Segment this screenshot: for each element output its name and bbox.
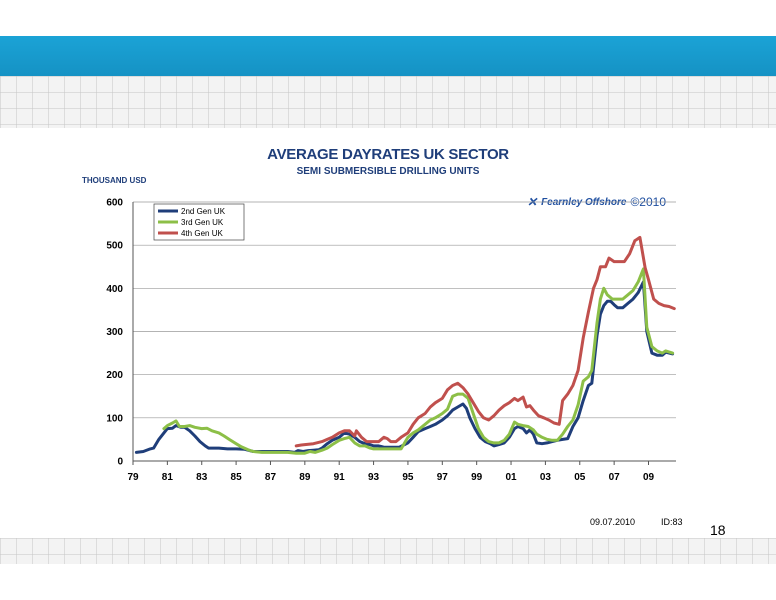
- slide-id: ID:83: [661, 517, 683, 527]
- legend-entry: 2nd Gen UK: [181, 207, 226, 216]
- x-tick-label: 03: [540, 472, 552, 483]
- x-tick-label: 91: [334, 472, 346, 483]
- x-tick-label: 93: [368, 472, 380, 483]
- x-tick-label: 81: [162, 472, 174, 483]
- x-tick-label: 89: [299, 472, 311, 483]
- y-tick-label: 200: [106, 370, 123, 381]
- series-line-2: [162, 267, 675, 455]
- x-tick-label: 99: [471, 472, 483, 483]
- x-tick-label: 09: [643, 472, 655, 483]
- x-tick-label: 97: [437, 472, 449, 483]
- page-number: 18: [710, 522, 726, 538]
- slide-date: 09.07.2010: [590, 517, 636, 527]
- series-line-3: [294, 235, 676, 448]
- x-tick-label: 87: [265, 472, 277, 483]
- x-tick-label: 85: [231, 472, 243, 483]
- y-tick-label: 0: [117, 457, 123, 468]
- y-tick-label: 400: [106, 284, 123, 295]
- legend-entry: 4th Gen UK: [181, 229, 223, 238]
- x-tick-label: 95: [402, 472, 414, 483]
- y-tick-label: 600: [106, 198, 123, 209]
- y-tick-label: 500: [106, 241, 123, 252]
- x-tick-label: 05: [574, 472, 586, 483]
- legend-entry: 3rd Gen UK: [181, 218, 224, 227]
- y-tick-label: 300: [106, 327, 123, 338]
- x-tick-label: 83: [196, 472, 208, 483]
- x-tick-label: 07: [609, 472, 621, 483]
- y-tick-label: 100: [106, 413, 123, 424]
- line-chart: 0 100 200 300 400 500 600 79 81 83 85 87 89 91 93 95 97 9…: [106, 198, 676, 483]
- x-tick-label: 79: [127, 472, 139, 483]
- x-tick-label: 01: [505, 472, 517, 483]
